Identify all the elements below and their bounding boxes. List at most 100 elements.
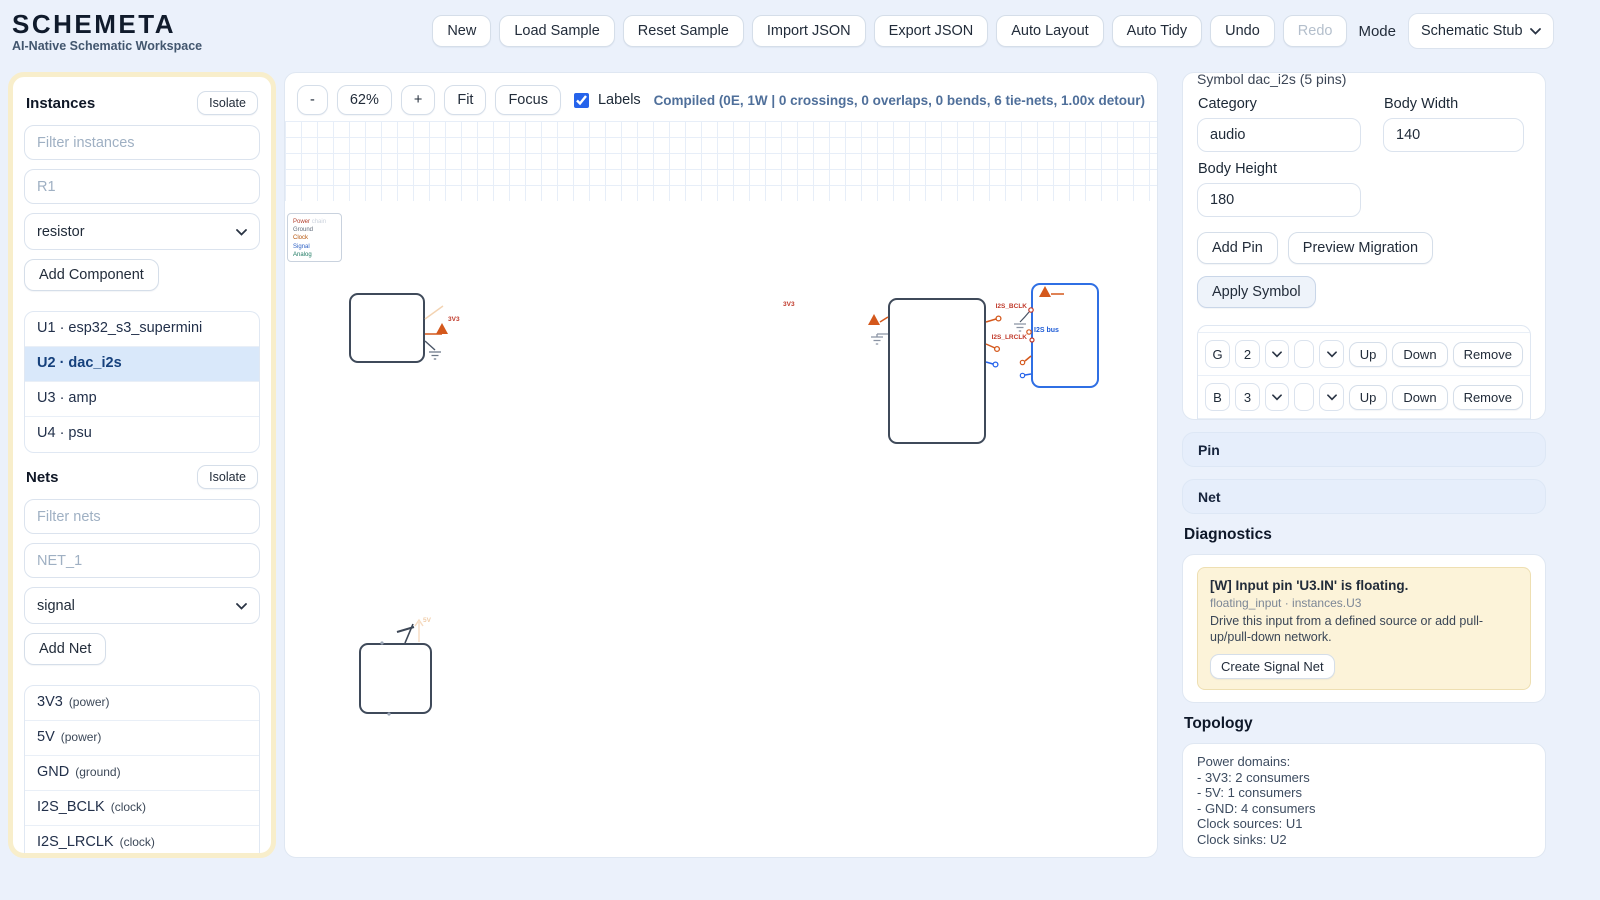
u1-power-wire	[880, 317, 888, 322]
u4-psu-body[interactable]	[359, 643, 432, 714]
pin-up-button[interactable]: Up	[1349, 342, 1388, 367]
pin-name-input[interactable]	[1205, 340, 1230, 368]
instance-type-select[interactable]: resistor	[24, 213, 260, 250]
ground-symbol-icon	[1014, 324, 1026, 331]
reset-sample-button[interactable]: Reset Sample	[623, 15, 744, 47]
labels-toggle[interactable]: Labels	[570, 90, 641, 111]
nets-isolate-button[interactable]: Isolate	[197, 465, 258, 489]
instance-row-u4[interactable]: U4 · psu	[25, 417, 259, 452]
header-toolbar: New Load Sample Reset Sample Import JSON…	[432, 13, 1554, 49]
net-kind: (ground)	[75, 765, 120, 779]
pin-down-button[interactable]: Down	[1392, 385, 1447, 410]
pin-type-select[interactable]	[1319, 383, 1343, 411]
topology-line: - GND: 4 consumers	[1197, 801, 1531, 817]
net-label-i2s-lrclk: I2S_LRCLK	[977, 334, 1027, 341]
net-name-input[interactable]	[24, 543, 260, 578]
net-row-5v[interactable]: 5V(power)	[25, 721, 259, 756]
undo-button[interactable]: Undo	[1210, 15, 1275, 47]
zoom-level-button[interactable]: 62%	[337, 85, 392, 115]
legend-power-mode: chain	[312, 219, 326, 225]
u2-tie-wire	[1020, 312, 1029, 322]
instances-filter-input[interactable]	[24, 125, 260, 160]
pin-circle-icon	[1020, 373, 1024, 377]
pin-name-input[interactable]	[1205, 383, 1230, 411]
body-width-input[interactable]	[1383, 118, 1524, 152]
zoom-out-button[interactable]: -	[297, 85, 328, 115]
u1-esp32-body[interactable]	[888, 298, 986, 444]
net-row-3v3[interactable]: 3V3(power)	[25, 686, 259, 721]
focus-button[interactable]: Focus	[495, 85, 561, 115]
nets-header: Nets Isolate	[26, 465, 258, 489]
zoom-in-button[interactable]: +	[401, 85, 435, 115]
add-component-button[interactable]: Add Component	[24, 259, 159, 291]
fit-button[interactable]: Fit	[444, 85, 486, 115]
topology-title: Topology	[1184, 715, 1546, 733]
body-height-label: Body Height	[1198, 161, 1361, 177]
export-json-button[interactable]: Export JSON	[874, 15, 989, 47]
pin-up-button[interactable]: Up	[1349, 385, 1388, 410]
pin-number-input[interactable]	[1235, 383, 1260, 411]
canvas-toolbar: - 62% + Fit Focus Labels Compiled (0E, 1…	[297, 83, 1145, 117]
instance-label: U4 · psu	[37, 425, 92, 441]
new-button[interactable]: New	[432, 15, 491, 47]
instance-row-u2[interactable]: U2 · dac_i2s	[25, 347, 259, 382]
u2-dac-body-selected[interactable]	[1031, 283, 1099, 388]
auto-tidy-button[interactable]: Auto Tidy	[1112, 15, 1202, 47]
pin-remove-button[interactable]: Remove	[1453, 342, 1523, 367]
pin-side-select[interactable]	[1265, 340, 1289, 368]
body-width-field: Body Width	[1383, 87, 1524, 152]
u3-amp-body[interactable]	[349, 293, 425, 363]
body-height-input[interactable]	[1197, 183, 1361, 217]
left-sidebar: Instances Isolate resistor Add Component…	[8, 72, 276, 858]
pin-list: Up Down Remove Up Down Remove Up	[1197, 325, 1531, 420]
add-net-button[interactable]: Add Net	[24, 633, 106, 665]
topology-line: Clock sources: U1	[1197, 816, 1531, 832]
import-json-button[interactable]: Import JSON	[752, 15, 866, 47]
pin-remove-button[interactable]: Remove	[1453, 385, 1523, 410]
net-row-i2s-bclk[interactable]: I2S_BCLK(clock)	[25, 791, 259, 826]
add-pin-button[interactable]: Add Pin	[1197, 232, 1278, 264]
canvas-grid	[285, 121, 1157, 201]
pin-number-input[interactable]	[1235, 340, 1260, 368]
net-row-i2s-lrclk[interactable]: I2S_LRCLK(clock)	[25, 826, 259, 858]
app-title: SCHEMETA	[12, 10, 202, 38]
auto-layout-button[interactable]: Auto Layout	[996, 15, 1103, 47]
net-row-gnd[interactable]: GND(ground)	[25, 756, 259, 791]
pin-extra-input[interactable]	[1294, 340, 1314, 368]
redo-button[interactable]: Redo	[1283, 15, 1348, 47]
net-type-select[interactable]: signal	[24, 587, 260, 624]
pin-extra-input[interactable]	[1294, 383, 1314, 411]
category-input[interactable]	[1197, 118, 1361, 152]
pin-type-select[interactable]	[1319, 340, 1343, 368]
instance-row-u1[interactable]: U1 · esp32_s3_supermini	[25, 312, 259, 347]
labels-checkbox[interactable]	[574, 93, 589, 108]
schematic-canvas[interactable]: - 62% + Fit Focus Labels Compiled (0E, 1…	[284, 72, 1158, 858]
mode-select[interactable]: Schematic Stub	[1408, 13, 1554, 49]
pin-side-select[interactable]	[1265, 383, 1289, 411]
net-name: 3V3	[37, 694, 63, 710]
pin-down-button[interactable]: Down	[1392, 342, 1447, 367]
instances-isolate-button[interactable]: Isolate	[197, 91, 258, 115]
net-name: 5V	[37, 729, 55, 745]
arrow-up-icon	[415, 620, 423, 626]
instance-row-u3[interactable]: U3 · amp	[25, 382, 259, 417]
category-field: Category	[1197, 87, 1361, 152]
load-sample-button[interactable]: Load Sample	[499, 15, 614, 47]
apply-symbol-button[interactable]: Apply Symbol	[1197, 276, 1316, 308]
topology-line: - 3V3: 2 consumers	[1197, 770, 1531, 786]
instance-name-input[interactable]	[24, 169, 260, 204]
pin-section-label: Pin	[1198, 442, 1220, 458]
u1-bclk-pin	[986, 319, 996, 322]
pin-circle-icon	[993, 362, 998, 367]
nets-list: 3V3(power) 5V(power) GND(ground) I2S_BCL…	[24, 685, 260, 858]
preview-migration-button[interactable]: Preview Migration	[1288, 232, 1433, 264]
app-header: SCHEMETA AI-Native Schematic Workspace N…	[0, 0, 1600, 62]
diagnostics-panel: [W] Input pin 'U3.IN' is floating. float…	[1182, 554, 1546, 703]
pin-section-header[interactable]: Pin	[1182, 432, 1546, 467]
net-section-header[interactable]: Net	[1182, 479, 1546, 514]
instances-header: Instances Isolate	[26, 91, 258, 115]
nets-filter-input[interactable]	[24, 499, 260, 534]
body-height-field: Body Height	[1197, 161, 1361, 217]
diagnostic-meta: floating_input · instances.U3	[1210, 596, 1518, 610]
create-signal-net-button[interactable]: Create Signal Net	[1210, 654, 1335, 679]
